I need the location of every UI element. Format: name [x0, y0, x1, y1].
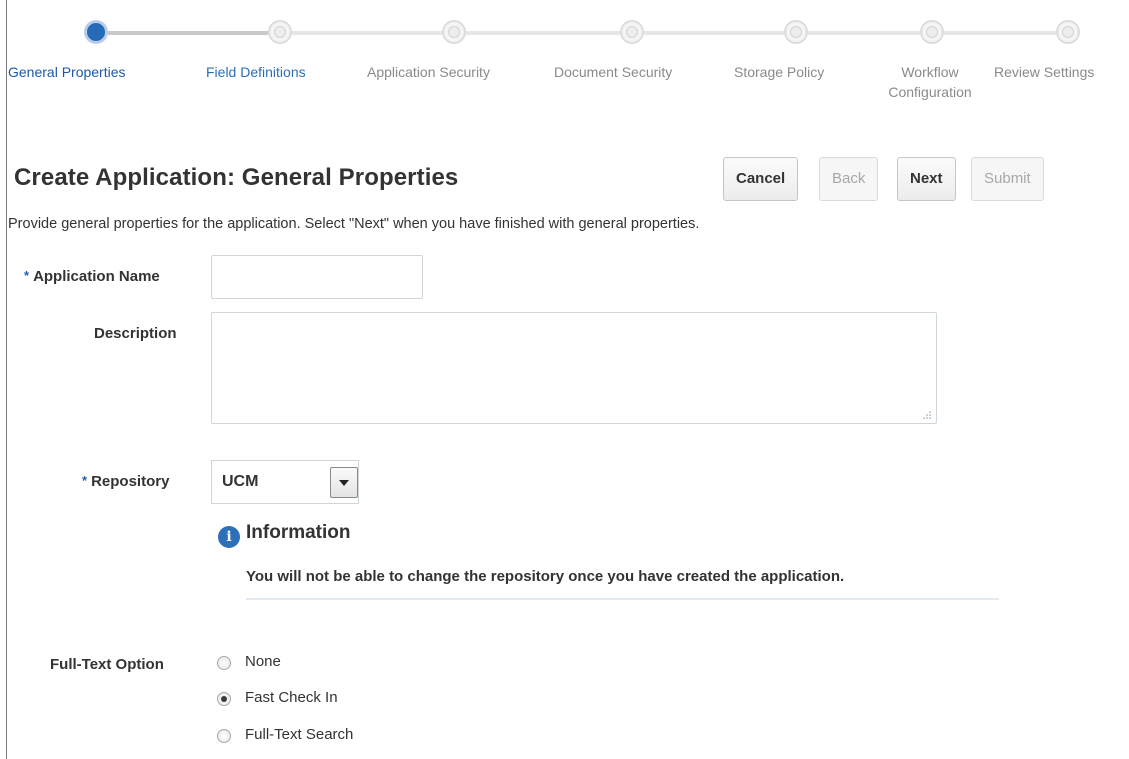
- train-connector: [944, 31, 1056, 35]
- page-title: Create Application: General Properties: [14, 164, 459, 191]
- step-label-review-settings: Review Settings: [994, 64, 1095, 80]
- chevron-down-icon[interactable]: [330, 467, 358, 498]
- step-label-line: Configuration: [888, 84, 972, 100]
- repository-label-text: Repository: [91, 473, 170, 490]
- step-label-application-security: Application Security: [367, 64, 490, 80]
- wizard-train: General Properties Field Definitions App…: [0, 0, 1129, 120]
- submit-button[interactable]: Submit: [971, 157, 1044, 201]
- step-label-storage-policy: Storage Policy: [734, 64, 825, 80]
- info-message: You will not be able to change the repos…: [246, 568, 845, 585]
- radio-label[interactable]: Fast Check In: [245, 689, 338, 706]
- back-button[interactable]: Back: [819, 157, 879, 201]
- train-connector: [466, 31, 620, 35]
- train-connector: [808, 31, 920, 35]
- step-label-workflow-configuration: Workflow Configuration: [870, 62, 990, 102]
- radio-button-checked[interactable]: [217, 692, 231, 706]
- train-stop-storage-policy: [784, 20, 808, 44]
- step-label-document-security: Document Security: [554, 64, 673, 80]
- resize-grip-icon[interactable]: [923, 411, 931, 419]
- application-name-label: * Application Name: [24, 268, 160, 285]
- instructions-text: Provide general properties for the appli…: [8, 216, 700, 232]
- train-stop-application-security: [442, 20, 466, 44]
- train-stop-workflow-configuration: [920, 20, 944, 44]
- train-stop-general-properties[interactable]: [84, 20, 108, 44]
- radio-button[interactable]: [217, 729, 231, 743]
- radio-label[interactable]: Full-Text Search: [245, 726, 353, 743]
- info-icon: i: [218, 526, 240, 548]
- radio-button[interactable]: [217, 656, 231, 670]
- train-connector: [108, 31, 268, 35]
- train-stop-review-settings: [1056, 20, 1080, 44]
- train-connector: [292, 31, 442, 35]
- train-connector: [644, 31, 784, 35]
- radio-label[interactable]: None: [245, 653, 281, 670]
- repository-select-value: UCM: [222, 473, 259, 490]
- description-textarea[interactable]: [211, 312, 937, 424]
- repository-label: * Repository: [82, 473, 169, 490]
- step-label-line: Workflow: [901, 64, 959, 80]
- application-name-label-text: Application Name: [33, 268, 160, 285]
- repository-select[interactable]: UCM: [211, 460, 359, 504]
- step-label-field-definitions[interactable]: Field Definitions: [206, 62, 306, 82]
- required-marker: *: [24, 268, 30, 283]
- application-name-input[interactable]: [211, 255, 423, 299]
- description-label: Description: [94, 325, 177, 342]
- train-stop-document-security: [620, 20, 644, 44]
- next-button[interactable]: Next: [897, 157, 956, 201]
- train-stop-field-definitions[interactable]: [268, 20, 292, 44]
- step-label-general-properties[interactable]: General Properties: [8, 62, 126, 82]
- info-title: Information: [246, 522, 351, 543]
- info-divider: [246, 598, 999, 600]
- full-text-option-label: Full-Text Option: [50, 656, 164, 673]
- required-marker: *: [82, 473, 88, 488]
- cancel-button[interactable]: Cancel: [723, 157, 799, 201]
